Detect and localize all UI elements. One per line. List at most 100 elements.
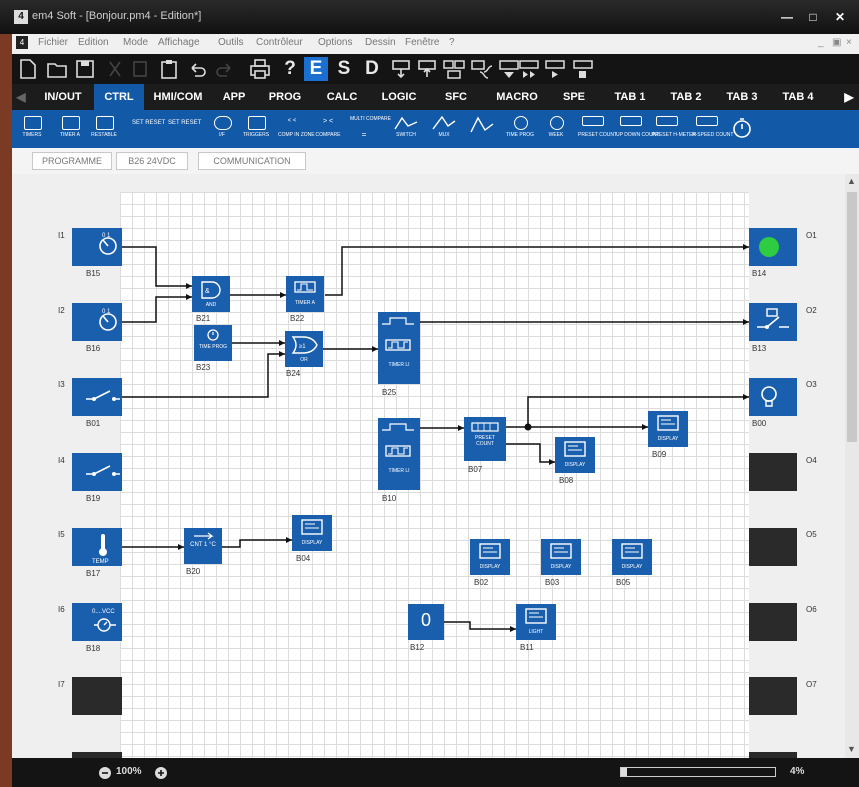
- display-block-b02[interactable]: DISPLAY: [470, 539, 510, 575]
- display-b08-text: DISPLAY: [564, 462, 586, 468]
- and-block-text: AND: [205, 302, 217, 308]
- output-block-b00[interactable]: [749, 378, 797, 416]
- timer-a-block-text: TIMER A: [294, 300, 315, 306]
- zoom-level: 100%: [116, 766, 142, 777]
- pin-label-i6: I6: [58, 605, 65, 614]
- svg-text:0 1: 0 1: [102, 233, 111, 239]
- svg-text:0....VCC: 0....VCC: [92, 609, 115, 615]
- input-block-b18[interactable]: 0....VCC: [72, 603, 122, 641]
- timer-li-block-b25[interactable]: TIMER LI: [378, 312, 420, 384]
- output-block-b14[interactable]: [749, 228, 797, 266]
- block-label-b25: B25: [382, 388, 397, 397]
- empty-input-slot-i7[interactable]: [72, 677, 122, 715]
- output-block-b13[interactable]: [749, 303, 797, 341]
- time-prog-block[interactable]: TIME PROG: [194, 325, 232, 361]
- wire-b15-b21: [121, 246, 192, 287]
- empty-output-slot-o7[interactable]: [749, 677, 797, 715]
- block-label-b14: B14: [752, 269, 767, 278]
- pin-label-o1: O1: [806, 231, 817, 240]
- pin-label-o4: O4: [806, 456, 817, 465]
- and-block[interactable]: & AND: [192, 276, 230, 312]
- timer-li-icon: [382, 317, 414, 351]
- timer-li-block-b10[interactable]: TIMER LI: [378, 418, 420, 490]
- display-block-b09[interactable]: DISPLAY: [648, 411, 688, 447]
- or-block-text: OR: [300, 357, 308, 363]
- input-block-b01[interactable]: [72, 378, 122, 416]
- svg-text:&: &: [205, 288, 210, 295]
- status-bar: 100% 4%: [12, 758, 859, 787]
- timer-li-b10-text: TIMER LI: [388, 468, 410, 474]
- clock-icon: 0 1: [99, 309, 117, 331]
- zoom-in-icon[interactable]: [154, 766, 168, 780]
- timer-icon: [294, 281, 316, 293]
- block-label-b22: B22: [290, 314, 305, 323]
- pin-label-o2: O2: [806, 306, 817, 315]
- constant-value: 0: [420, 610, 431, 630]
- block-label-b01: B01: [86, 419, 101, 428]
- block-label-b20: B20: [186, 567, 201, 576]
- block-label-b19: B19: [86, 494, 101, 503]
- block-label-b16: B16: [86, 344, 101, 353]
- block-label-b02: B02: [474, 578, 489, 587]
- green-lamp-icon: [759, 237, 779, 257]
- svg-text:TEMP: TEMP: [92, 559, 109, 565]
- constant-block-b12[interactable]: 0: [408, 604, 444, 640]
- svg-text:≥1: ≥1: [299, 344, 306, 350]
- relay-icon: [757, 308, 789, 329]
- timer-li-icon: [382, 423, 414, 457]
- block-label-b04: B04: [296, 554, 311, 563]
- time-prog-block-text: TIME PROG: [198, 344, 228, 350]
- cnt-converter-block[interactable]: CNT 1 °C: [184, 528, 222, 564]
- timer-a-block[interactable]: TIMER A: [286, 276, 324, 312]
- horizontal-scroll-track[interactable]: [620, 767, 776, 777]
- input-block-b15[interactable]: 0 1: [72, 228, 122, 266]
- or-block[interactable]: ≥1 OR: [285, 331, 323, 367]
- horizontal-scroll-thumb[interactable]: [621, 768, 628, 776]
- junction-dot: [524, 423, 532, 431]
- voltage-icon: 0....VCC: [92, 609, 116, 632]
- display-block-b04[interactable]: DISPLAY: [292, 515, 332, 551]
- block-label-b10: B10: [382, 494, 397, 503]
- block-label-b15: B15: [86, 269, 101, 278]
- pin-label-i7: I7: [58, 680, 65, 689]
- wire-b12-b11: [444, 621, 516, 630]
- block-label-b09: B09: [652, 450, 667, 459]
- pin-label-i5: I5: [58, 530, 65, 539]
- block-label-b12: B12: [410, 643, 425, 652]
- block-label-b24: B24: [286, 369, 301, 378]
- clock-icon: 0 1: [99, 233, 117, 255]
- block-label-b21: B21: [196, 314, 211, 323]
- switch-icon: [86, 465, 120, 476]
- pin-label-i3: I3: [58, 380, 65, 389]
- svg-text:0 1: 0 1: [102, 309, 111, 315]
- light-block-b11[interactable]: LIGHT: [516, 604, 556, 640]
- block-label-b03: B03: [545, 578, 560, 587]
- empty-output-slot-o4[interactable]: [749, 453, 797, 491]
- input-block-b19[interactable]: [72, 453, 122, 491]
- wires-layer: [121, 244, 749, 632]
- clock-icon: [207, 329, 219, 341]
- pin-label-o5: O5: [806, 530, 817, 539]
- block-label-b17: B17: [86, 569, 101, 578]
- cnt-block-text: CNT 1 °C: [190, 542, 216, 548]
- empty-output-slot-o5[interactable]: [749, 528, 797, 566]
- zoom-out-icon[interactable]: [98, 766, 112, 780]
- empty-output-slot-o6[interactable]: [749, 603, 797, 641]
- display-b02-text: DISPLAY: [479, 564, 501, 570]
- input-block-b16[interactable]: 0 1: [72, 303, 122, 341]
- input-block-b17[interactable]: TEMP: [72, 528, 122, 566]
- display-block-b03[interactable]: DISPLAY: [541, 539, 581, 575]
- pin-label-o7: O7: [806, 680, 817, 689]
- display-b05-text: DISPLAY: [621, 564, 643, 570]
- wire-b16-b21: [121, 296, 192, 323]
- block-label-b11: B11: [520, 643, 534, 652]
- preset-count-block[interactable]: PRESET COUNT: [464, 417, 506, 461]
- pin-label-i2: I2: [58, 306, 65, 315]
- display-b09-text: DISPLAY: [657, 436, 679, 442]
- display-b03-text: DISPLAY: [550, 564, 572, 570]
- block-label-b08: B08: [559, 476, 574, 485]
- display-block-b05[interactable]: DISPLAY: [612, 539, 652, 575]
- display-block-b08[interactable]: DISPLAY: [555, 437, 595, 473]
- block-label-b00: B00: [752, 419, 767, 428]
- block-label-b13: B13: [752, 344, 767, 353]
